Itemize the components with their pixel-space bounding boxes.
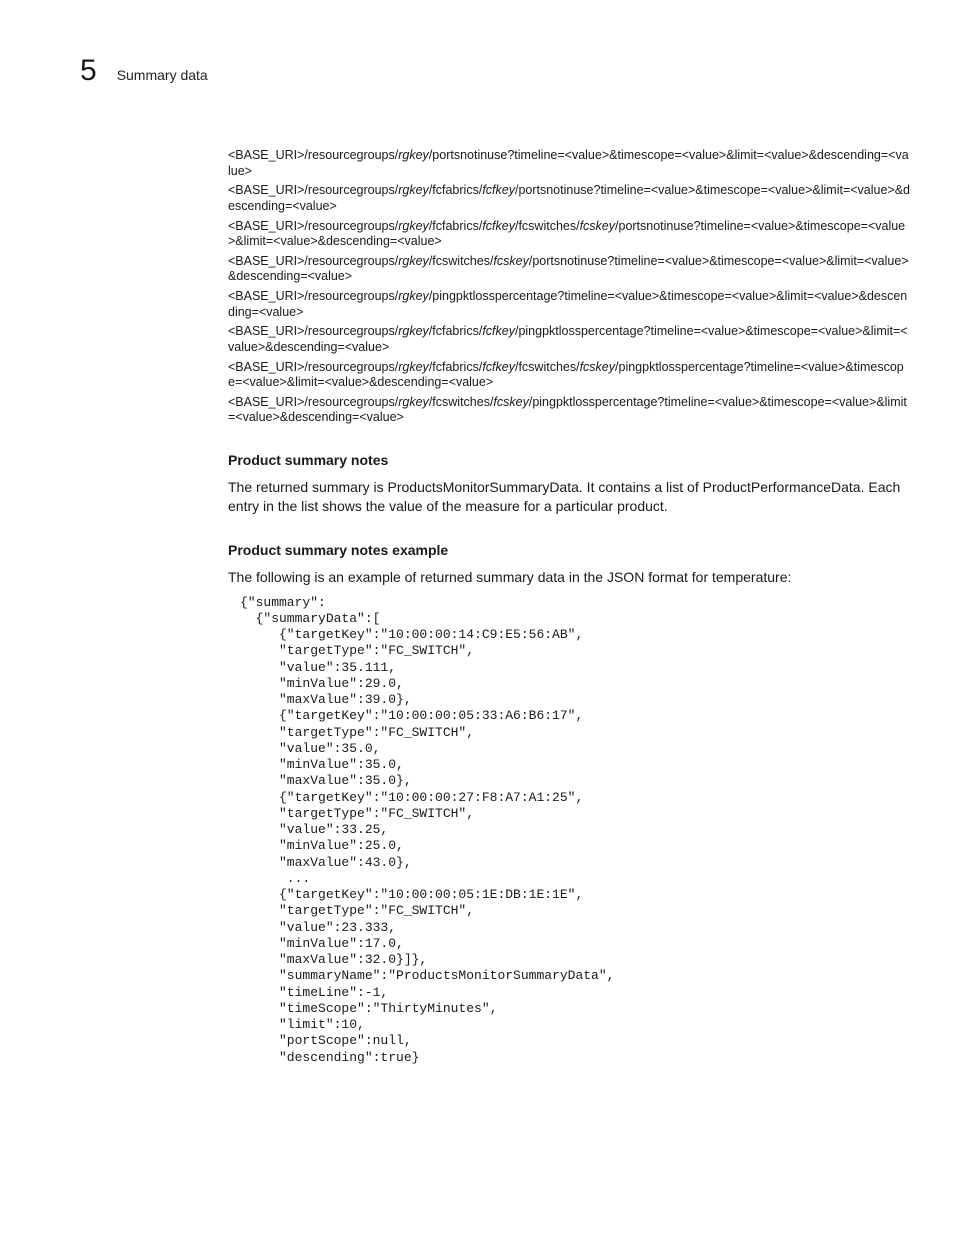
uri-line: <BASE_URI>/resourcegroups/rgkey/fcfabric… — [228, 360, 910, 391]
product-summary-notes-heading: Product summary notes — [228, 452, 910, 468]
uri-line: <BASE_URI>/resourcegroups/rgkey/fcswitch… — [228, 395, 910, 426]
product-summary-notes-example-intro: The following is an example of returned … — [228, 568, 910, 587]
json-example-code: {"summary": {"summaryData":[ {"targetKey… — [240, 595, 910, 1066]
uri-line: <BASE_URI>/resourcegroups/rgkey/fcswitch… — [228, 254, 910, 285]
content-column: <BASE_URI>/resourcegroups/rgkey/portsnot… — [228, 148, 910, 1066]
page-title: Summary data — [117, 67, 208, 83]
page: 5 Summary data <BASE_URI>/resourcegroups… — [0, 0, 954, 1235]
uri-line: <BASE_URI>/resourcegroups/rgkey/fcfabric… — [228, 183, 910, 214]
uri-line: <BASE_URI>/resourcegroups/rgkey/pingpktl… — [228, 289, 910, 320]
product-summary-notes-body: The returned summary is ProductsMonitorS… — [228, 478, 910, 516]
uri-line: <BASE_URI>/resourcegroups/rgkey/portsnot… — [228, 148, 910, 179]
uri-list: <BASE_URI>/resourcegroups/rgkey/portsnot… — [228, 148, 910, 426]
uri-line: <BASE_URI>/resourcegroups/rgkey/fcfabric… — [228, 219, 910, 250]
product-summary-notes-example-heading: Product summary notes example — [228, 542, 910, 558]
uri-line: <BASE_URI>/resourcegroups/rgkey/fcfabric… — [228, 324, 910, 355]
chapter-number: 5 — [80, 56, 97, 86]
page-header: 5 Summary data — [80, 56, 884, 86]
